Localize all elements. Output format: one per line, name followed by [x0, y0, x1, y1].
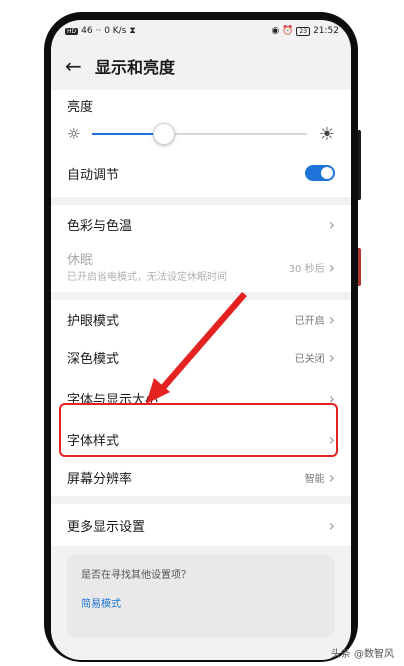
watermark: 头条 @数智风	[330, 649, 394, 660]
annotation-arrow	[146, 292, 247, 404]
